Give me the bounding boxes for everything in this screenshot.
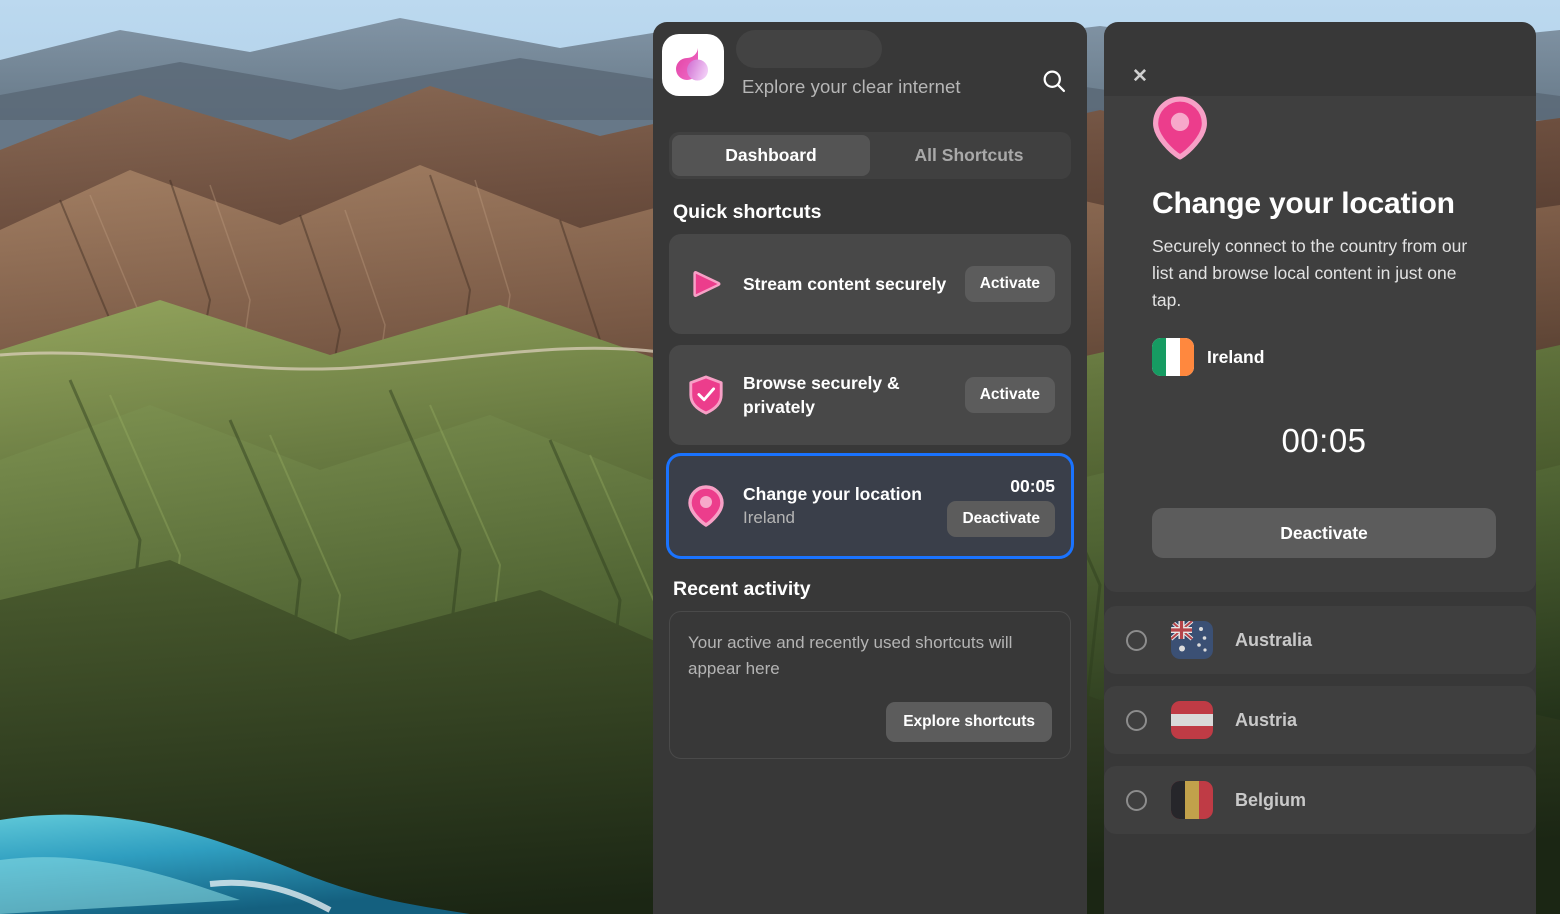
flag-belgium-icon — [1171, 781, 1213, 819]
app-tagline: Explore your clear internet — [742, 76, 961, 97]
shortcut-card-browse[interactable]: Browse securely & privately Activate — [669, 345, 1071, 445]
shortcut-card-stream[interactable]: Stream content securely Activate — [669, 234, 1071, 334]
selected-country-row: Ireland — [1152, 338, 1496, 376]
country-row-austria[interactable]: Austria — [1104, 686, 1536, 754]
activate-button-stream[interactable]: Activate — [964, 266, 1055, 302]
recent-activity-heading: Recent activity — [673, 578, 811, 600]
header-skeleton-placeholder — [736, 30, 882, 68]
shortcuts-panel: Explore your clear internet Dashboard Al… — [653, 22, 1087, 914]
shortcut-card-stream-text: Stream content securely — [727, 272, 965, 296]
recent-activity-cta-row: Explore shortcuts — [688, 702, 1052, 742]
play-icon — [685, 265, 727, 303]
app-droplet-logo-icon — [673, 45, 713, 85]
shortcut-card-stream-actions: Activate — [964, 266, 1055, 302]
page-description: Securely connect to the country from our… — [1152, 236, 1468, 310]
tab-all-shortcuts-label: All Shortcuts — [914, 145, 1024, 165]
location-detail-panel: ✕ Change your location Securely connect … — [1104, 22, 1536, 914]
flag-australia-icon — [1171, 621, 1213, 659]
explore-shortcuts-button[interactable]: Explore shortcuts — [886, 702, 1052, 742]
tab-all-shortcuts[interactable]: All Shortcuts — [870, 135, 1068, 176]
shortcut-subtitle-country: Ireland — [743, 508, 795, 527]
shield-check-icon — [685, 375, 727, 415]
location-pin-icon — [1152, 96, 1496, 165]
radio-austria[interactable] — [1126, 709, 1147, 731]
app-logo — [662, 34, 724, 96]
location-pin-icon — [685, 485, 727, 527]
shortcut-timer: 00:05 — [1010, 475, 1055, 496]
selected-country-name: Ireland — [1207, 346, 1265, 367]
location-detail-card: Change your location Securely connect to… — [1104, 96, 1536, 592]
shortcut-card-location-actions: 00:05 Deactivate — [947, 476, 1055, 537]
deactivate-button[interactable]: Deactivate — [1152, 508, 1496, 558]
page-title: Change your location — [1152, 187, 1455, 220]
shortcut-card-browse-text: Browse securely & privately — [727, 371, 965, 419]
radio-belgium[interactable] — [1126, 789, 1147, 811]
tab-dashboard[interactable]: Dashboard — [672, 135, 870, 176]
shortcut-title: Browse securely & privately — [743, 373, 900, 417]
country-name: Belgium — [1235, 789, 1307, 810]
connection-timer: 00:05 — [1281, 422, 1367, 459]
country-list: Australia Austria Belgium — [1104, 606, 1536, 834]
tab-bar: Dashboard All Shortcuts — [669, 132, 1071, 179]
shortcut-card-browse-actions: Activate — [964, 377, 1055, 413]
close-icon[interactable]: ✕ — [1126, 62, 1154, 90]
deactivate-button-location[interactable]: Deactivate — [947, 500, 1055, 537]
quick-shortcuts-heading: Quick shortcuts — [673, 201, 822, 223]
shortcut-title: Change your location — [743, 484, 922, 504]
country-row-belgium[interactable]: Belgium — [1104, 766, 1536, 834]
search-icon[interactable] — [1037, 64, 1071, 98]
flag-ireland-icon — [1152, 338, 1194, 376]
shortcut-card-location[interactable]: Change your location Ireland 00:05 Deact… — [669, 456, 1071, 556]
radio-australia[interactable] — [1126, 629, 1147, 651]
shortcut-title: Stream content securely — [743, 274, 947, 294]
recent-activity-empty-state: Your active and recently used shortcuts … — [669, 611, 1071, 759]
flag-austria-icon — [1171, 701, 1213, 739]
country-name: Austria — [1235, 709, 1298, 730]
tab-dashboard-label: Dashboard — [725, 145, 817, 165]
recent-activity-empty-text: Your active and recently used shortcuts … — [688, 633, 1013, 678]
shortcut-card-location-text: Change your location Ireland — [727, 482, 947, 530]
quick-shortcuts-list: Stream content securely Activate Browse … — [669, 234, 1071, 556]
country-row-australia[interactable]: Australia — [1104, 606, 1536, 674]
activate-button-browse[interactable]: Activate — [964, 377, 1055, 413]
country-name: Australia — [1235, 629, 1313, 650]
